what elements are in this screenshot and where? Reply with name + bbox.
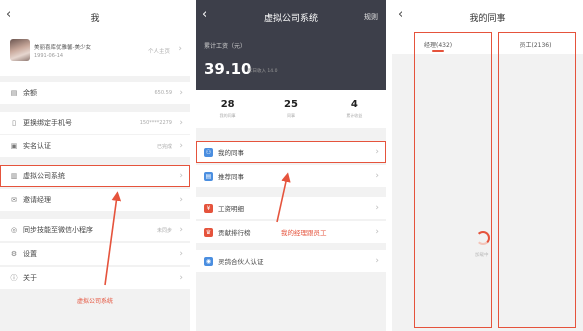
id-card-icon: ▣ <box>10 142 18 150</box>
chevron-right-icon: › <box>178 44 182 54</box>
menu-item-label: 设置 <box>23 250 37 258</box>
menu-item-about[interactable]: ⓘ 关于 › <box>0 267 190 289</box>
settings-icon: ⚙ <box>10 250 18 258</box>
stat-item[interactable]: 28 我的同事 <box>196 90 259 128</box>
chevron-right-icon: › <box>375 227 379 237</box>
menu-item-value: 150****2279 <box>139 120 172 126</box>
menu-item-sync-wechat[interactable]: ◎ 同步技能至微信小程序 未同步 › <box>0 219 190 241</box>
invite-icon: ✉ <box>11 196 17 204</box>
back-icon[interactable]: ‹ <box>6 8 11 21</box>
menu-item-label: 灵鸽合伙人认证 <box>218 258 264 266</box>
stat-label: 累计收益 <box>346 113 363 118</box>
salary-icon: ¥ <box>204 203 213 213</box>
page-title: 我 <box>90 13 100 24</box>
menu-item-change-phone[interactable]: ▯ 更换绑定手机号 150****2279 › <box>0 112 190 134</box>
income-value: 39.10 <box>204 60 252 78</box>
menu-item-label: 工资明细 <box>218 205 244 213</box>
profile-card[interactable]: 美丽喜库优雅馨-美少女 1991-06-14 个人主页 › <box>0 34 190 76</box>
chevron-right-icon: › <box>375 256 379 266</box>
chevron-right-icon: › <box>179 249 183 259</box>
menu-item-my-colleagues[interactable]: ⚇ 我的同事 › <box>196 141 386 163</box>
loading-spinner-icon <box>476 231 490 245</box>
profile-home-link[interactable]: 个人主页 <box>148 47 170 55</box>
menu-item-label: 更换绑定手机号 <box>23 119 72 127</box>
stat-number: 28 <box>220 99 235 110</box>
menu-item-balance[interactable]: ▤ 余额 650.59 › <box>0 82 190 104</box>
income-summary: 累计工资（元） 39.10 昨日收入 14.0 <box>196 34 386 90</box>
partner-icon: ◉ <box>204 256 213 266</box>
rules-link[interactable]: 规则 <box>364 12 378 22</box>
profile-name: 美丽喜库优雅馨-美少女 <box>34 45 91 51</box>
wechat-icon: ◎ <box>10 226 18 234</box>
back-icon[interactable]: ‹ <box>398 8 403 21</box>
profile-header: ‹ 我 <box>0 0 190 34</box>
menu-item-settings[interactable]: ⚙ 设置 › <box>0 243 190 265</box>
colleagues-header: ‹ 我的同事 <box>392 0 583 34</box>
stat-item[interactable]: 25 同事 <box>259 90 322 128</box>
chevron-right-icon: › <box>179 225 183 235</box>
menu-item-label: 我的同事 <box>218 149 244 157</box>
avatar <box>10 39 30 61</box>
recommend-icon: ▤ <box>204 171 213 181</box>
chevron-right-icon: › <box>375 203 379 213</box>
profile-screen: ‹ 我 美丽喜库优雅馨-美少女 1991-06-14 个人主页 › ▤ 余额 6… <box>0 0 190 331</box>
income-label: 累计工资（元） <box>204 43 247 50</box>
annotation-text: 我的经理跟员工 <box>281 229 327 237</box>
menu-item-label: 邀请经理 <box>23 196 51 204</box>
page-title: 我的同事 <box>469 13 506 24</box>
chevron-right-icon: › <box>179 171 183 181</box>
chevron-right-icon: › <box>375 147 379 157</box>
menu-item-label: 虚拟公司系统 <box>23 172 65 180</box>
menu-item-real-name[interactable]: ▣ 实名认证 已完成 › <box>0 135 190 157</box>
back-icon[interactable]: ‹ <box>202 8 207 21</box>
menu-item-label: 余额 <box>23 89 37 97</box>
highlight-box-employees <box>498 32 576 328</box>
menu-item-label: 实名认证 <box>23 142 51 150</box>
menu-item-value: 650.59 <box>154 90 173 96</box>
stat-label: 同事 <box>286 113 295 118</box>
menu-item-partner-certification[interactable]: ◉ 灵鸽合伙人认证 › <box>196 250 386 272</box>
loading-text: 加载中 <box>475 253 489 258</box>
stat-number: 4 <box>350 99 358 110</box>
stat-item[interactable]: 4 累计收益 <box>323 90 386 128</box>
wallet-icon: ▤ <box>10 89 18 97</box>
footer-virtual-company-link[interactable]: 虚拟公司系统 <box>0 296 190 305</box>
my-colleagues-screen: ‹ 我的同事 经理(432) 员工(2136) 加载中 <box>392 0 583 331</box>
about-icon: ⓘ <box>10 274 18 282</box>
income-sub: 昨日收入 14.0 <box>248 69 278 74</box>
stat-number: 25 <box>284 99 298 110</box>
stats-bar: 28 我的同事 25 同事 4 累计收益 <box>196 90 386 128</box>
stat-label: 我的同事 <box>219 113 236 118</box>
chevron-right-icon: › <box>179 88 183 98</box>
menu-item-salary-details[interactable]: ¥ 工资明细 › <box>196 197 386 219</box>
chevron-right-icon: › <box>179 141 183 151</box>
company-icon: ▥ <box>10 172 18 180</box>
menu-item-label: 推荐同事 <box>218 173 244 181</box>
rank-icon: ♛ <box>204 227 213 237</box>
menu-item-virtual-company[interactable]: ▥ 虚拟公司系统 › <box>0 165 190 187</box>
page-title: 虚拟公司系统 <box>263 13 318 24</box>
menu-item-invite-manager[interactable]: ✉ 邀请经理 › <box>0 189 190 211</box>
company-header: ‹ 虚拟公司系统 规则 <box>196 0 386 34</box>
menu-item-label: 同步技能至微信小程序 <box>23 226 93 234</box>
menu-item-value: 已完成 <box>156 143 172 150</box>
org-icon: ⚇ <box>204 147 213 157</box>
chevron-right-icon: › <box>179 118 183 128</box>
highlight-box-managers <box>414 32 492 328</box>
menu-item-label: 贡献排行榜 <box>218 229 251 237</box>
menu-item-recommend-colleagues[interactable]: ▤ 推荐同事 › <box>196 165 386 187</box>
profile-date: 1991-06-14 <box>34 53 64 59</box>
menu-item-label: 关于 <box>23 274 37 282</box>
chevron-right-icon: › <box>179 273 183 283</box>
chevron-right-icon: › <box>375 171 379 181</box>
chevron-right-icon: › <box>179 195 183 205</box>
menu-item-value: 未同步 <box>156 227 172 234</box>
phone-icon: ▯ <box>12 119 16 127</box>
menu-item-contribution-rank[interactable]: ♛ 贡献排行榜 我的经理跟员工 › <box>196 221 386 243</box>
virtual-company-screen: ‹ 虚拟公司系统 规则 累计工资（元） 39.10 昨日收入 14.0 28 我… <box>196 0 386 331</box>
